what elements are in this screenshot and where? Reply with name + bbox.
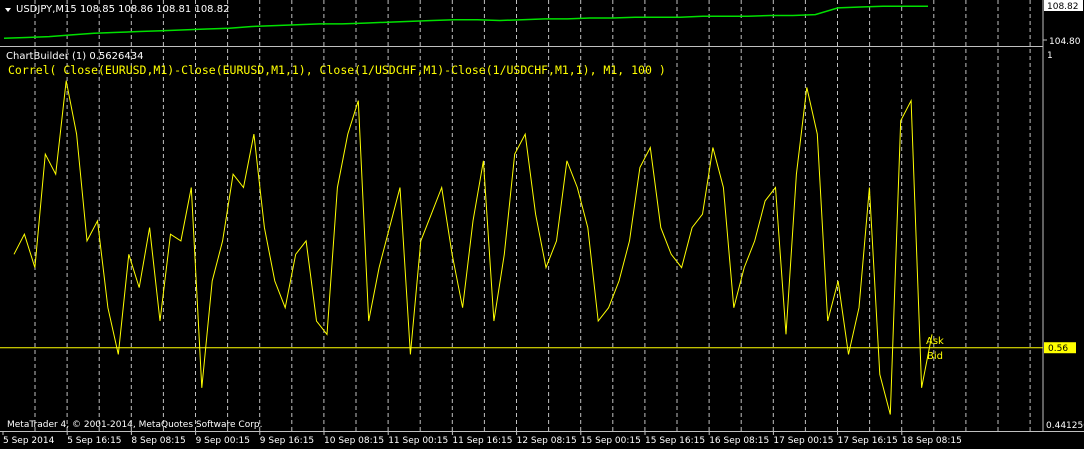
price-label-high: 108.82 — [1047, 2, 1079, 12]
price-label-low: 104.80 — [1049, 37, 1081, 47]
ask-label: Ask — [926, 336, 944, 347]
time-axis-label: 5 Sep 2014 — [3, 436, 55, 446]
time-axis-label: 5 Sep 16:15 — [67, 436, 121, 446]
time-axis-label: 15 Sep 16:15 — [645, 436, 705, 446]
time-axis-label: 18 Sep 08:15 — [902, 436, 962, 446]
time-axis-label: 8 Sep 08:15 — [131, 436, 185, 446]
indicator-header: ChartBuilder (1) 0.5626434 — [6, 51, 143, 62]
time-axis-label: 9 Sep 00:15 — [196, 436, 250, 446]
indicator-axis-min: 0.441250 — [1046, 421, 1084, 431]
time-axis-label: 9 Sep 16:15 — [260, 436, 314, 446]
time-axis-label: 11 Sep 00:15 — [388, 436, 448, 446]
time-axis-label: 11 Sep 16:15 — [452, 436, 512, 446]
bid-label: Bid — [927, 351, 943, 362]
copyright-text: MetaTrader 4, © 2001-2014, MetaQuotes So… — [7, 420, 263, 430]
current-value-label: 0.56 — [1048, 344, 1068, 354]
time-axis-label: 10 Sep 08:15 — [324, 436, 384, 446]
time-axis-label: 12 Sep 08:15 — [517, 436, 577, 446]
time-axis-label: 16 Sep 08:15 — [709, 436, 769, 446]
indicator-formula: Correl( Close(EURUSD,M1)-Close(EURUSD,M1… — [8, 63, 666, 77]
time-axis-label: 17 Sep 00:15 — [773, 436, 833, 446]
top-panel-header: USDJPY,M15 108.85 108.86 108.81 108.82 — [16, 4, 229, 15]
time-axis-label: 17 Sep 16:15 — [838, 436, 898, 446]
time-axis-label: 15 Sep 00:15 — [581, 436, 641, 446]
chart-window[interactable]: USDJPY,M15 108.85 108.86 108.81 108.82 1… — [0, 0, 1084, 449]
indicator-axis-max: 1 — [1047, 51, 1053, 61]
